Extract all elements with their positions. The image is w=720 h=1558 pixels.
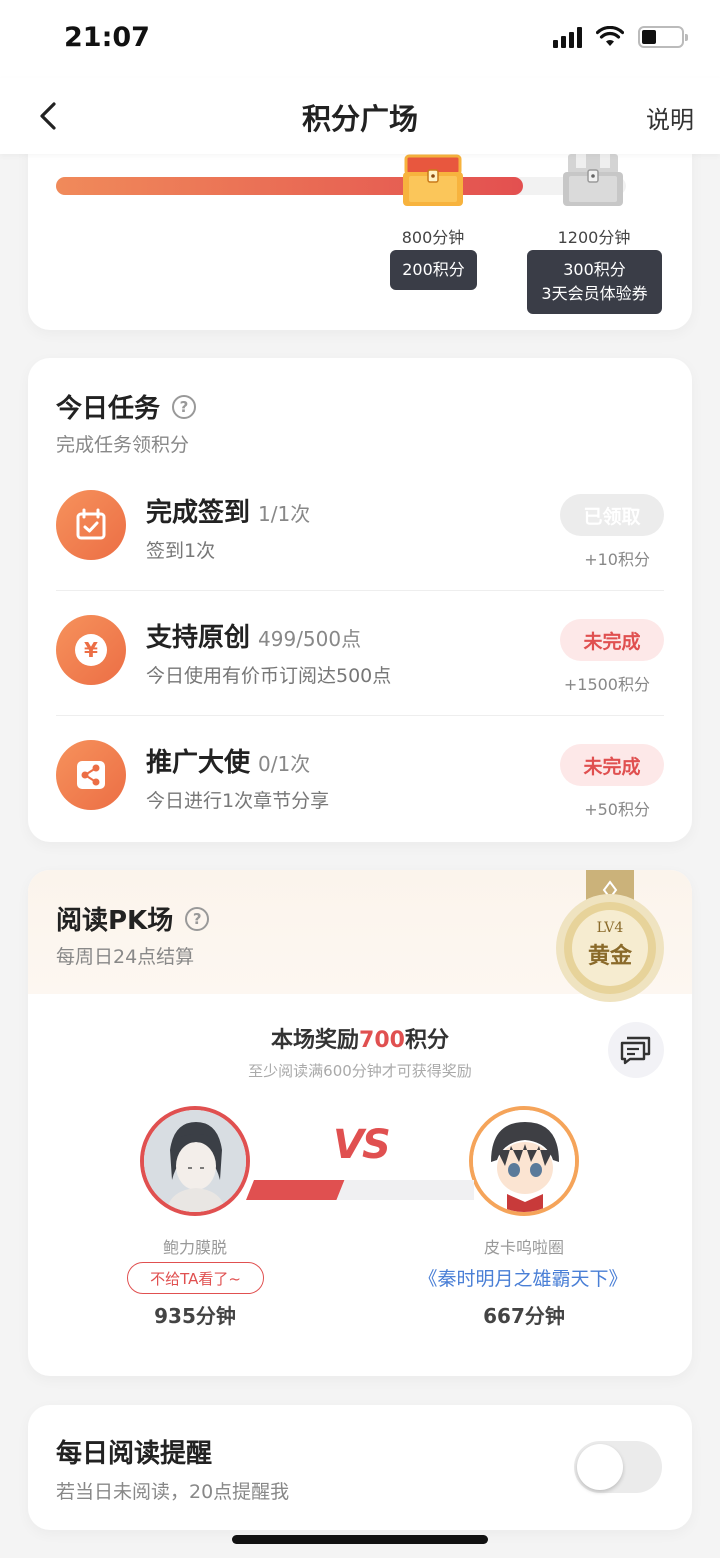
- incomplete-button[interactable]: 未完成: [560, 619, 664, 661]
- treasure-chest-open-icon: [403, 154, 463, 206]
- hide-from-ta-button[interactable]: 不给TA看了~: [127, 1262, 264, 1294]
- battery-icon: [638, 26, 688, 48]
- task-progress: 0/1次: [258, 752, 311, 776]
- task-desc: 签到1次: [146, 540, 216, 562]
- pk-score-bar-right: [336, 1180, 474, 1200]
- pk-reward-prefix: 本场奖励: [271, 1028, 360, 1053]
- status-bar: 21:07: [0, 0, 720, 78]
- claimed-button[interactable]: 已领取: [560, 494, 664, 536]
- pk-subtitle: 每周日24点结算: [56, 946, 195, 968]
- opponent-left-avatar[interactable]: [140, 1106, 250, 1216]
- pk-score-bar-left: [246, 1180, 345, 1200]
- milestone-800-reward-text: 200积分: [402, 260, 465, 279]
- gold-medal-badge[interactable]: LV4 黄金: [550, 870, 670, 1004]
- pk-score-bar: [246, 1180, 474, 1200]
- reminder-title: 每日阅读提醒: [56, 1439, 213, 1469]
- milestone-800-reward: 200积分: [390, 250, 477, 290]
- yen-coin-icon: ¥: [56, 615, 126, 685]
- task-points: +50积分: [584, 800, 650, 819]
- status-icons: [553, 26, 688, 48]
- pk-reward-suffix: 积分: [404, 1028, 449, 1053]
- task-name: 推广大使 0/1次: [146, 742, 310, 779]
- milestone-1200-reward: 300积分 3天会员体验券: [527, 250, 662, 314]
- daily-tasks-card: 今日任务 ? 完成任务领积分 完成签到 1/1次 签到1次 已领取 +10积分 ¥…: [28, 358, 692, 842]
- task-support-original: ¥ 支持原创 499/500点 今日使用有价币订阅达500点 未完成 +1500积…: [56, 591, 664, 716]
- task-progress: 499/500点: [258, 627, 362, 651]
- task-desc: 今日进行1次章节分享: [146, 790, 330, 812]
- signal-icon: [553, 26, 582, 48]
- svg-text:¥: ¥: [84, 638, 98, 662]
- reading-pk-card: 阅读PK场 ? 每周日24点结算 LV4 黄金 本场奖励700积分 至少阅读满6…: [28, 870, 692, 1376]
- opponent-right-avatar[interactable]: [469, 1106, 579, 1216]
- status-time: 21:07: [64, 22, 150, 53]
- opponent-right-name: 皮卡呜啦圈: [483, 1238, 564, 1257]
- treasure-chest-locked-icon: [563, 154, 623, 206]
- chat-button[interactable]: [608, 1022, 664, 1078]
- progress-track: [56, 177, 626, 195]
- nav-bar: 积分广场 说明: [0, 78, 720, 154]
- pk-title: 阅读PK场 ?: [56, 900, 210, 937]
- task-desc: 今日使用有价币订阅达500点: [146, 665, 392, 687]
- opponent-right-minutes: 667分钟: [483, 1304, 565, 1328]
- toggle-knob: [577, 1444, 623, 1490]
- milestone-800-label: 800分钟: [401, 228, 465, 247]
- medal-rank: 黄金: [587, 943, 632, 969]
- task-points: +1500积分: [563, 675, 650, 694]
- calendar-check-icon: [56, 490, 126, 560]
- tasks-subtitle: 完成任务领积分: [56, 434, 190, 456]
- opponent-right-book-link[interactable]: 《秦时明月之雄霸天下》: [408, 1264, 638, 1291]
- task-sign-in: 完成签到 1/1次 签到1次 已领取 +10积分: [56, 466, 664, 591]
- wifi-icon: [596, 26, 624, 46]
- tasks-title: 今日任务 ?: [56, 388, 197, 425]
- task-name-text: 支持原创: [146, 623, 251, 653]
- milestone-1200-label: 1200分钟: [557, 228, 631, 247]
- chat-icon: [620, 1036, 651, 1065]
- medal-level: LV4: [596, 920, 624, 936]
- reminder-desc: 若当日未阅读，20点提醒我: [56, 1481, 290, 1503]
- pk-reward-value: 700: [359, 1028, 405, 1053]
- task-points: +10积分: [584, 550, 650, 569]
- reminder-toggle[interactable]: [574, 1441, 662, 1493]
- task-name: 支持原创 499/500点: [146, 617, 361, 654]
- pk-title-text: 阅读PK场: [56, 906, 174, 936]
- opponent-left-minutes: 935分钟: [154, 1304, 236, 1328]
- question-icon[interactable]: ?: [172, 394, 197, 419]
- task-progress: 1/1次: [258, 502, 311, 526]
- incomplete-button[interactable]: 未完成: [560, 744, 664, 786]
- opponent-left-name: 鲍力膜脱: [162, 1238, 227, 1257]
- task-name: 完成签到 1/1次: [146, 492, 310, 529]
- task-name-text: 完成签到: [146, 498, 251, 528]
- page-title: 积分广场: [301, 102, 418, 136]
- tasks-title-text: 今日任务: [56, 394, 161, 424]
- share-icon: [56, 740, 126, 810]
- help-button[interactable]: 说明: [646, 100, 694, 135]
- milestone-1200-reward-points: 300积分: [563, 260, 626, 279]
- pk-reward-note: 至少阅读满600分钟才可获得奖励: [248, 1062, 472, 1080]
- vs-label: VS: [333, 1122, 391, 1168]
- task-promotion-ambassador: 推广大使 0/1次 今日进行1次章节分享 未完成 +50积分: [56, 716, 664, 841]
- pk-reward: 本场奖励700积分: [28, 1022, 692, 1054]
- daily-reminder-card: 每日阅读提醒 若当日未阅读，20点提醒我: [28, 1405, 692, 1530]
- home-indicator: [232, 1535, 488, 1544]
- milestone-1200-reward-coupon: 3天会员体验券: [541, 284, 648, 303]
- task-name-text: 推广大使: [146, 748, 251, 778]
- question-icon[interactable]: ?: [185, 906, 210, 931]
